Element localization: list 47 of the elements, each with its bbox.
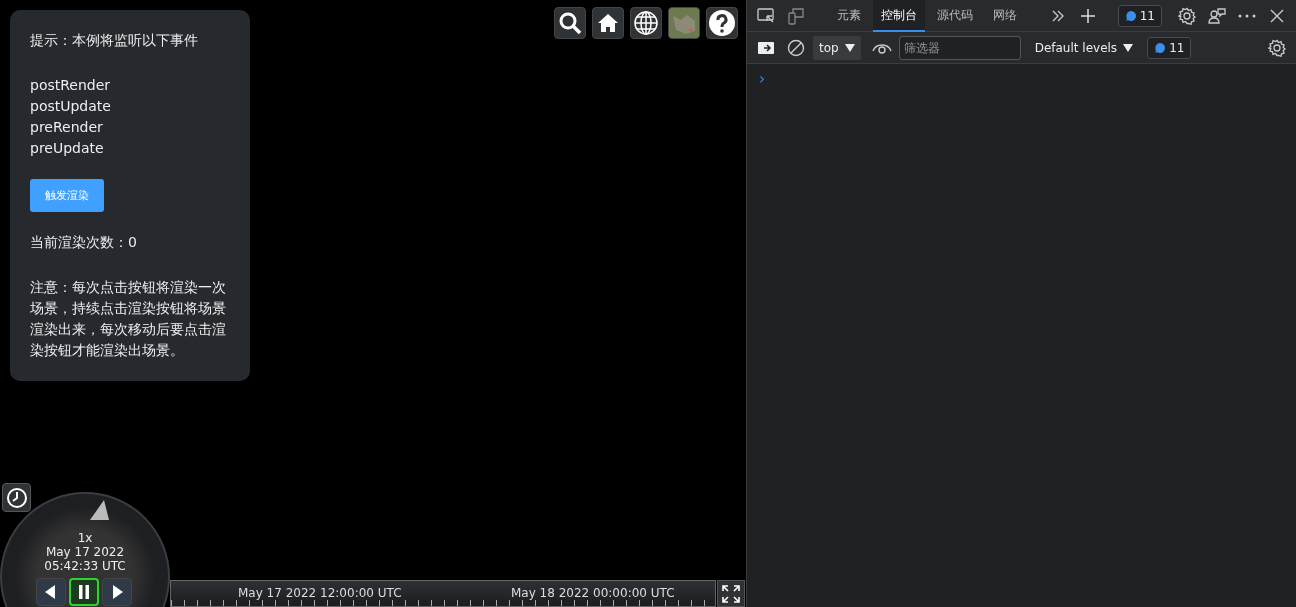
issues-counter[interactable]: 11: [1147, 36, 1192, 59]
filter-field[interactable]: 筛选器: [898, 35, 1021, 60]
clock-button[interactable]: [2, 483, 31, 512]
panel-tab[interactable]: 网络: [985, 0, 1025, 32]
event-name: preUpdate: [30, 139, 105, 158]
issues-counter[interactable]: 11: [1117, 4, 1162, 27]
count-text: 11: [1169, 39, 1185, 57]
fullscreen-icon: [721, 583, 741, 604]
message-icon: [1154, 41, 1167, 54]
caret-icon: [1123, 43, 1134, 52]
search-button[interactable]: [554, 7, 586, 39]
hint-text: 提示：本例将监听以下事件: [30, 31, 199, 50]
fullscreen-button[interactable]: [717, 580, 745, 607]
date-text: May 17 2022: [44, 545, 126, 559]
event-name: postRender: [30, 76, 112, 95]
context-dropdown[interactable]: top: [813, 35, 861, 60]
reverse-button[interactable]: [36, 578, 66, 606]
help-icon: [708, 9, 736, 37]
panel-tab[interactable]: 元素: [829, 0, 869, 32]
play-button[interactable]: [102, 578, 132, 606]
help-button[interactable]: [706, 7, 738, 39]
timeline-label: May 17 2022 12:00:00 UTC: [238, 585, 402, 602]
caret-icon: [844, 43, 855, 52]
time-text: 05:42:33 UTC: [43, 559, 127, 573]
timeline[interactable]: May 17 2022 12:00:00 UTC May 18 2022 00:00:00 UTC: [170, 580, 716, 607]
clock-icon: [5, 486, 28, 509]
globe-button[interactable]: [630, 7, 662, 39]
levels-dropdown[interactable]: Default levels: [1028, 37, 1140, 58]
panel-tab[interactable]: 控制台: [873, 0, 925, 32]
count-text: 11: [1139, 7, 1155, 25]
event-name: preRender: [30, 118, 104, 137]
home-icon: [597, 12, 619, 34]
timeline-label: May 18 2022 00:00:00 UTC: [511, 585, 675, 602]
message-icon: [1124, 9, 1137, 22]
imagery-picker-button[interactable]: [668, 7, 700, 39]
event-name: postUpdate: [30, 97, 112, 116]
search-icon: [558, 11, 582, 35]
pause-button[interactable]: [69, 578, 99, 606]
needle-icon[interactable]: [88, 500, 110, 522]
note-text: 注意：每次点击按钮将渲染一次场景，持续点击渲染按钮将场景渲染出来，每次移动后要点击渲染按钮才能渲染出场景。: [30, 278, 227, 360]
imagery-picker-icon: [669, 8, 699, 38]
render-count-text: 当前渲染次数：0: [30, 233, 138, 252]
console-prompt[interactable]: ›: [747, 70, 777, 88]
home-button[interactable]: [592, 7, 624, 39]
globe-icon: [633, 10, 659, 36]
panel-tab[interactable]: 源代码: [929, 0, 981, 32]
speed-text: 1x: [76, 531, 94, 545]
